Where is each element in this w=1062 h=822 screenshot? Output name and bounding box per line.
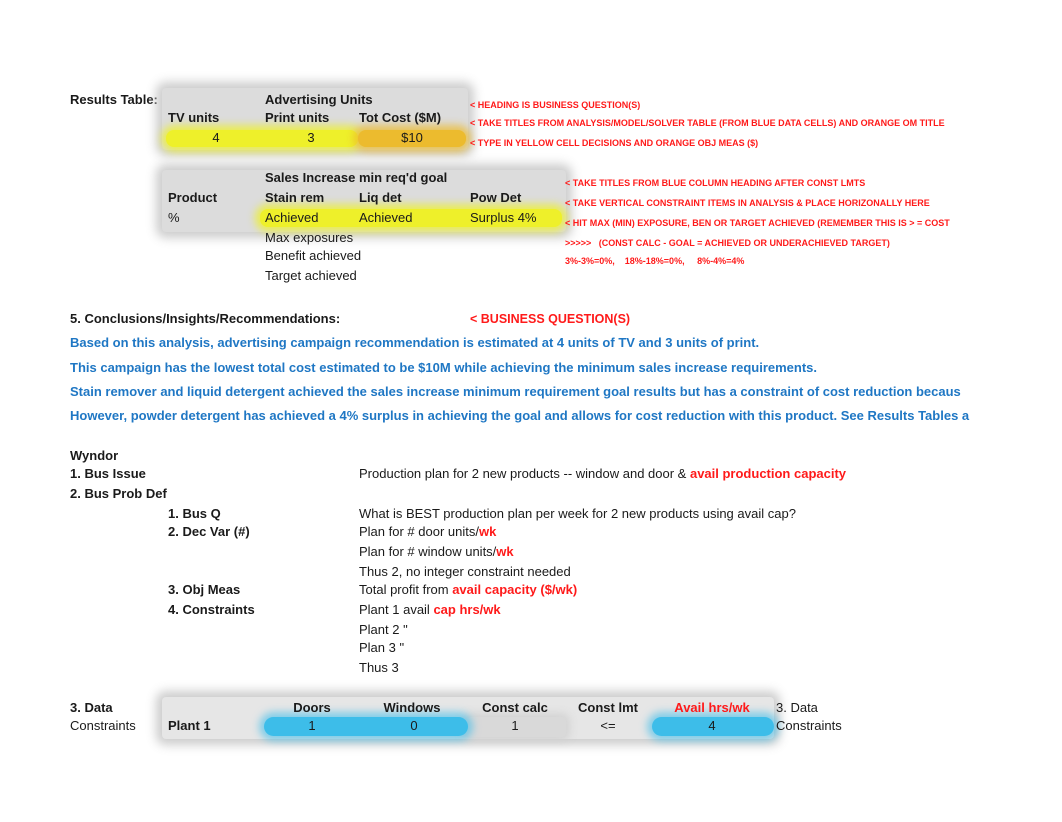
dec-var-line-3: Thus 2, no integer constraint needed <box>359 564 571 579</box>
dec-var-line-2: Plan for # window units/wk <box>359 544 514 560</box>
dec-var-label: 2. Dec Var (#) <box>168 524 250 539</box>
bus-issue-text: Production plan for 2 new products -- wi… <box>359 466 846 482</box>
legend-benefit-achieved: Benefit achieved <box>265 248 362 263</box>
note-hit-max-min: < HIT MAX (MIN) EXPOSURE, BEN OR TARGET … <box>565 218 950 228</box>
conclusions-heading: 5. Conclusions/Insights/Recommendations: <box>70 311 341 326</box>
header-avail-hrs: Avail hrs/wk <box>674 700 750 715</box>
right-data-label: 3. Data <box>776 700 818 715</box>
note-vertical-constraints: < TAKE VERTICAL CONSTRAINT ITEMS IN ANAL… <box>565 198 930 208</box>
legend-max-exposures: Max exposures <box>265 230 354 245</box>
obj-meas-text: Total profit from avail capacity ($/wk) <box>359 582 577 598</box>
constraints-line-4: Thus 3 <box>359 660 399 675</box>
constraints-line-3: Plan 3 " <box>359 640 405 655</box>
pow-det-cell[interactable]: Surplus 4% <box>470 210 536 226</box>
header-const-lmt: Const lmt <box>578 700 638 715</box>
row-label-percent: % <box>168 210 180 225</box>
results-table-label: Results Table: <box>70 92 158 107</box>
dec-var-line-1-unit: wk <box>478 524 497 539</box>
note-heading-business-question: < HEADING IS BUSINESS QUESTION(S) <box>470 100 641 110</box>
note-const-calc-goal: >>>>> (CONST CALC - GOAL = ACHIEVED OR U… <box>565 238 890 248</box>
constraints-line-1-text: Plant 1 avail <box>359 602 434 617</box>
header-liq-det: Liq det <box>359 190 402 205</box>
dec-var-line-1: Plan for # door units/wk <box>359 524 496 540</box>
windows-cell[interactable]: 0 <box>362 718 466 734</box>
note-business-question: < BUSINESS QUESTION(S) <box>470 312 631 326</box>
conclusion-line-4: However, powder detergent has achieved a… <box>70 408 970 423</box>
bus-issue-text-main: Production plan for 2 new products -- wi… <box>359 466 690 481</box>
right-constraints-label: Constraints <box>776 718 842 733</box>
print-units-cell[interactable]: 3 <box>262 130 360 146</box>
obj-meas-label: 3. Obj Meas <box>168 582 241 597</box>
constraints-line-1-unit: cap hrs/wk <box>433 602 501 617</box>
wyndor-title: Wyndor <box>70 448 119 463</box>
sales-increase-heading: Sales Increase min req'd goal <box>265 170 448 185</box>
note-take-titles: < TAKE TITLES FROM ANALYSIS/MODEL/SOLVER… <box>470 118 945 128</box>
header-stain-rem: Stain rem <box>265 190 325 205</box>
data-section-label: 3. Data <box>70 700 113 715</box>
conclusion-line-3: Stain remover and liquid detergent achie… <box>70 384 961 399</box>
header-windows: Windows <box>383 700 441 715</box>
bus-issue-text-highlight: avail production capacity <box>689 466 847 481</box>
doors-cell[interactable]: 1 <box>262 718 362 734</box>
header-doors: Doors <box>293 700 331 715</box>
stain-rem-cell[interactable]: Achieved <box>265 210 318 226</box>
total-cost-cell[interactable]: $10 <box>362 130 462 146</box>
constraints-line-2: Plant 2 " <box>359 622 408 637</box>
liq-det-cell[interactable]: Achieved <box>359 210 412 226</box>
note-type-yellow-cells: < TYPE IN YELLOW CELL DECISIONS AND ORAN… <box>470 138 759 148</box>
avail-hrs-cell[interactable]: 4 <box>660 718 764 734</box>
dec-var-line-1-text: Plan for # door units/ <box>359 524 479 539</box>
header-const-calc: Const calc <box>482 700 548 715</box>
advertising-units-heading: Advertising Units <box>265 92 373 107</box>
conclusion-line-2: This campaign has the lowest total cost … <box>70 360 818 375</box>
note-calculations: 3%-3%=0%, 18%-18%=0%, 8%-4%=4% <box>565 256 745 266</box>
dec-var-line-2-unit: wk <box>496 544 514 559</box>
note-titles-blue-column: < TAKE TITLES FROM BLUE COLUMN HEADING A… <box>565 178 866 188</box>
conclusion-line-1: Based on this analysis, advertising camp… <box>70 335 760 350</box>
constraints-line-1: Plant 1 avail cap hrs/wk <box>359 602 501 618</box>
const-calc-cell[interactable]: 1 <box>465 718 565 734</box>
header-print-units: Print units <box>265 110 330 125</box>
row-name-plant-1: Plant 1 <box>168 718 211 733</box>
header-tv-units: TV units <box>168 110 220 125</box>
const-lmt-cell[interactable]: <= <box>558 718 658 734</box>
obj-meas-text-main: Total profit from <box>359 582 453 597</box>
header-product: Product <box>168 190 218 205</box>
bus-q-label: 1. Bus Q <box>168 506 221 521</box>
constraints-row-group-label: Constraints <box>70 718 136 733</box>
dec-var-line-2-text: Plan for # window units/ <box>359 544 497 559</box>
bus-q-text: What is BEST production plan per week fo… <box>359 506 796 521</box>
bus-prob-def-label: 2. Bus Prob Def <box>70 486 167 501</box>
obj-meas-text-highlight: avail capacity ($/wk) <box>452 582 578 597</box>
header-pow-det: Pow Det <box>470 190 522 205</box>
constraints-label: 4. Constraints <box>168 602 255 617</box>
bus-issue-label: 1. Bus Issue <box>70 466 146 481</box>
tv-units-cell[interactable]: 4 <box>166 130 266 146</box>
header-total-cost: Tot Cost ($M) <box>359 110 442 125</box>
legend-target-achieved: Target achieved <box>265 268 357 283</box>
